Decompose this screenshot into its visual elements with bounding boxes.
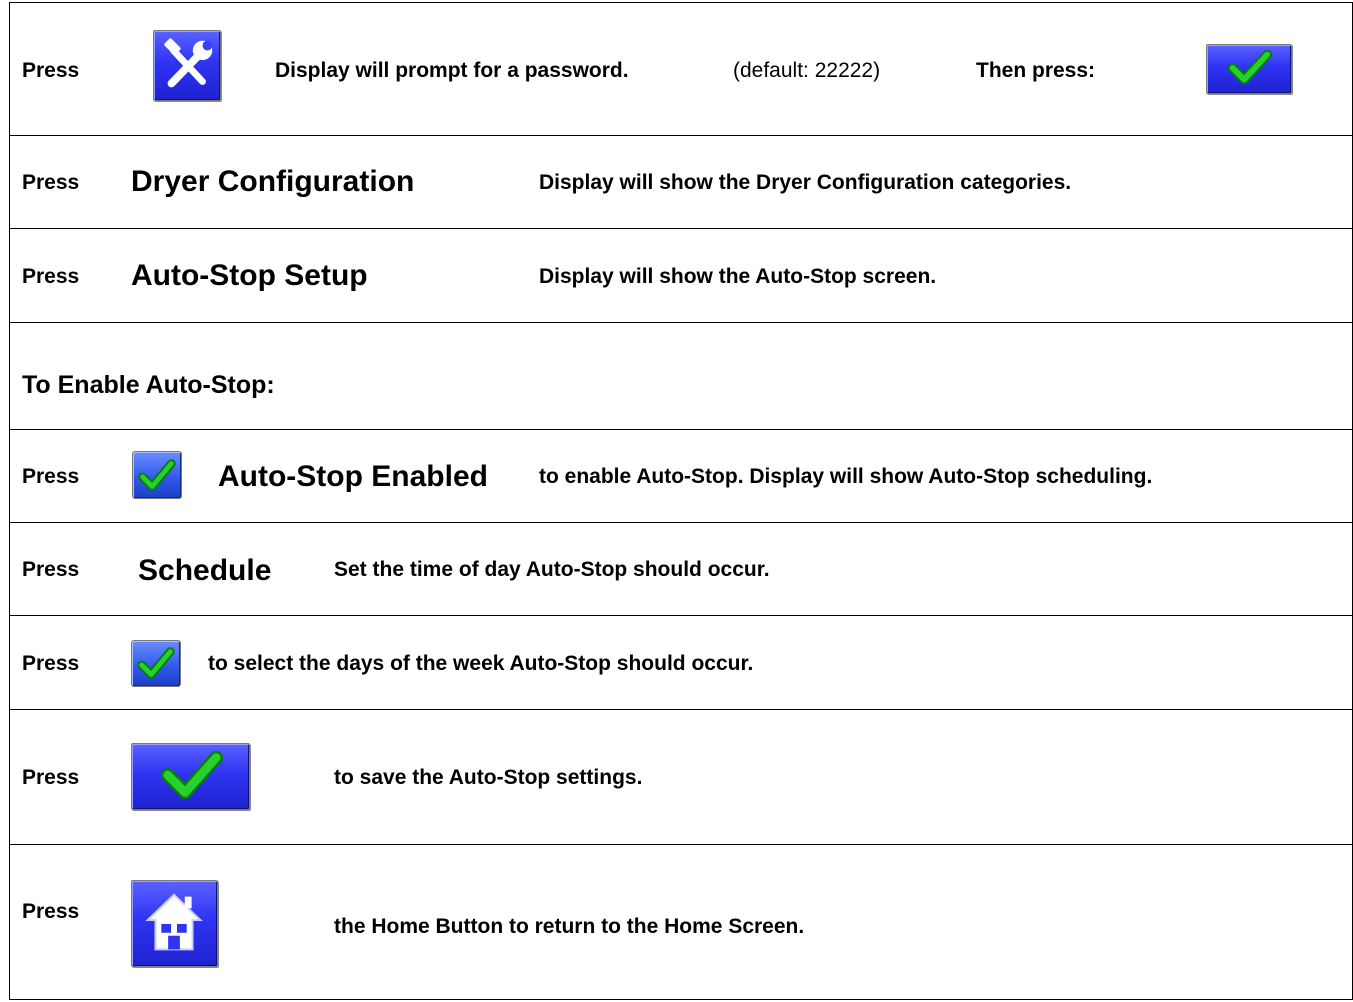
step-description: to select the days of the week Auto-Stop… — [208, 652, 754, 675]
check-icon — [160, 750, 223, 800]
tools-icon — [164, 38, 213, 88]
press-label: Press — [22, 465, 80, 488]
row-divider — [9, 709, 1353, 710]
then-press-label: Then press: — [976, 59, 1096, 82]
press-label: Press — [22, 900, 80, 923]
step-description: Display will show the Dryer Configuratio… — [539, 171, 1072, 194]
check-icon — [1227, 49, 1273, 85]
press-label: Press — [22, 59, 80, 82]
checkbox-checked-icon — [138, 459, 176, 491]
row-divider — [9, 135, 1353, 136]
step-description: Set the time of day Auto-Stop should occ… — [334, 558, 770, 581]
step-description: Display will prompt for a password. — [275, 59, 629, 82]
row-divider — [9, 429, 1353, 430]
instruction-table — [9, 2, 1353, 1000]
section-heading: To Enable Auto-Stop: — [22, 371, 275, 399]
auto-stop-enabled-label: Auto-Stop Enabled — [218, 460, 488, 493]
row-divider — [9, 615, 1353, 616]
press-label: Press — [22, 171, 80, 194]
home-button[interactable] — [131, 880, 218, 967]
day-select-checkbox[interactable] — [131, 640, 181, 687]
auto-stop-setup-label: Auto-Stop Setup — [131, 259, 368, 292]
step-description: to save the Auto-Stop settings. — [334, 766, 643, 789]
row-divider — [9, 228, 1353, 229]
auto-stop-enabled-checkbox[interactable] — [132, 451, 182, 499]
save-button[interactable] — [131, 743, 250, 810]
tools-button[interactable] — [153, 30, 221, 101]
row-divider — [9, 522, 1353, 523]
schedule-label: Schedule — [138, 554, 272, 587]
row-divider — [9, 844, 1353, 845]
step-description: Display will show the Auto-Stop screen. — [539, 265, 937, 288]
checkbox-checked-icon — [137, 647, 175, 679]
dryer-configuration-label: Dryer Configuration — [131, 165, 415, 198]
home-icon — [145, 893, 203, 951]
step-description: to enable Auto-Stop. Display will show A… — [539, 465, 1153, 488]
press-label: Press — [22, 558, 80, 581]
press-label: Press — [22, 265, 80, 288]
confirm-button[interactable] — [1206, 44, 1292, 94]
row-divider — [9, 322, 1353, 323]
press-label: Press — [22, 766, 80, 789]
default-password-note: (default: 22222) — [733, 59, 881, 82]
step-description: the Home Button to return to the Home Sc… — [334, 915, 805, 938]
press-label: Press — [22, 652, 80, 675]
